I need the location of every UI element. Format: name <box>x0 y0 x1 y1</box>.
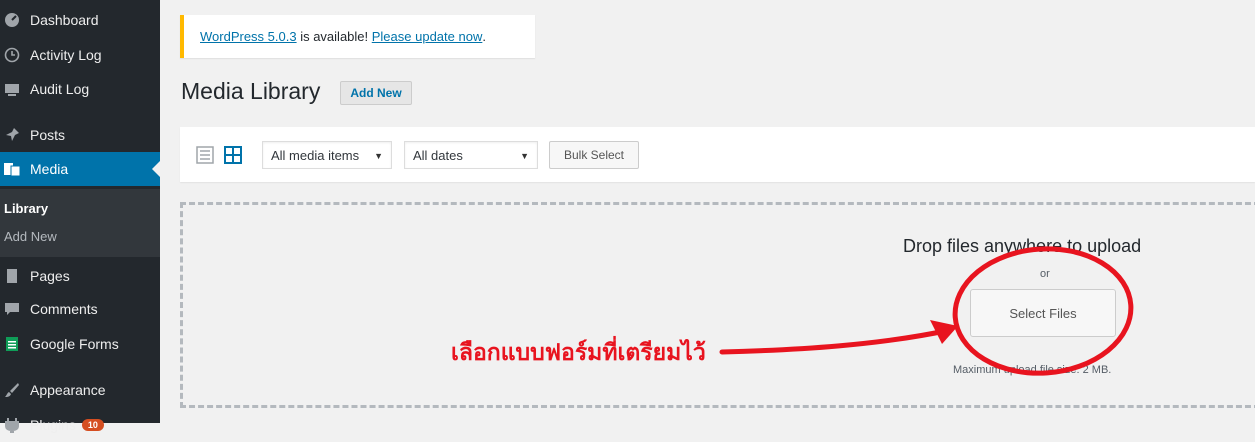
annotation-note: เลือกแบบฟอร์มที่เตรียมไว้ <box>451 339 706 365</box>
annotation-arrow-shaft <box>719 327 953 355</box>
highlight-ellipse <box>952 246 1134 376</box>
